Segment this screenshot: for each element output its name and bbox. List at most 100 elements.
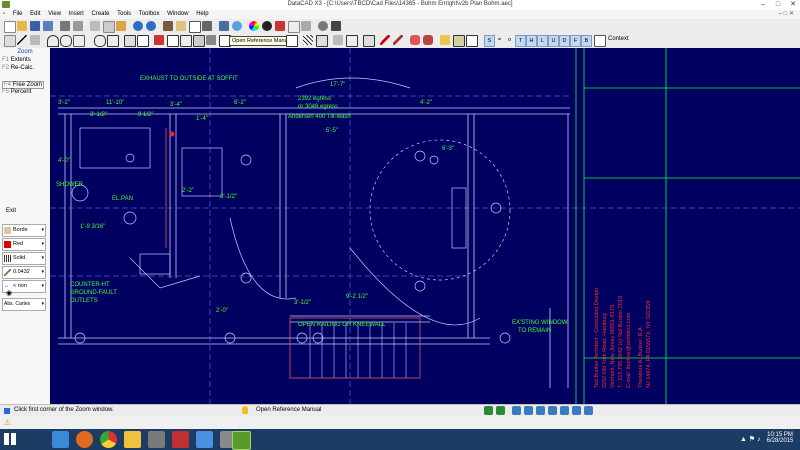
view-b-button[interactable]: B bbox=[581, 35, 592, 47]
paste-icon[interactable] bbox=[116, 21, 126, 31]
open-folder-icon[interactable] bbox=[17, 21, 27, 31]
move-icon[interactable] bbox=[167, 35, 179, 47]
pan-up-icon[interactable] bbox=[536, 406, 545, 415]
linetype-property[interactable]: Solid ▾ bbox=[2, 252, 46, 265]
zoom-window-icon[interactable] bbox=[572, 406, 581, 415]
circle-icon[interactable] bbox=[60, 35, 72, 47]
menu-edit[interactable]: Edit bbox=[27, 10, 43, 19]
chevron-down-icon[interactable]: ▾ bbox=[41, 283, 44, 289]
menu-file[interactable]: File bbox=[10, 10, 26, 19]
lamp-icon[interactable] bbox=[440, 35, 450, 45]
mirror-icon[interactable] bbox=[206, 35, 216, 45]
rectangle-icon[interactable] bbox=[107, 35, 119, 47]
text-icon[interactable] bbox=[288, 21, 300, 33]
print-preview-icon[interactable] bbox=[73, 21, 83, 31]
menu-view[interactable]: View bbox=[45, 10, 64, 19]
grid-icon[interactable] bbox=[189, 21, 201, 33]
outlook-icon[interactable] bbox=[172, 431, 189, 448]
internet-explorer-icon[interactable] bbox=[52, 431, 69, 448]
pen-tool-icon[interactable] bbox=[393, 35, 403, 45]
refresh-icon[interactable] bbox=[232, 21, 242, 31]
datacad-icon[interactable] bbox=[232, 431, 251, 450]
clock[interactable]: 10:15 PM 6/28/2015 bbox=[765, 432, 795, 444]
context-icon[interactable] bbox=[594, 35, 606, 47]
line-weight-property[interactable]: 0.0432 ▾ bbox=[2, 266, 46, 279]
brush-icon[interactable] bbox=[423, 35, 433, 45]
menu-app-icon[interactable]: ▪ bbox=[0, 10, 8, 19]
mdi-controls[interactable]: – □ ✕ bbox=[779, 10, 794, 17]
maximize-button[interactable]: □ bbox=[771, 0, 785, 9]
symbol-icon[interactable] bbox=[301, 21, 311, 31]
pointer-icon[interactable] bbox=[4, 35, 16, 47]
pen-red-icon[interactable] bbox=[380, 35, 390, 45]
view-f-button[interactable]: F bbox=[570, 35, 581, 47]
pencil-icon[interactable] bbox=[176, 21, 186, 31]
cut-icon[interactable] bbox=[90, 21, 100, 31]
color-property[interactable]: Red ▾ bbox=[2, 238, 46, 251]
photos-icon[interactable] bbox=[196, 431, 213, 448]
chevron-down-icon[interactable]: ▾ bbox=[41, 241, 44, 247]
line-icon[interactable] bbox=[17, 35, 27, 45]
roof-icon[interactable] bbox=[333, 35, 343, 45]
plot-icon[interactable] bbox=[331, 21, 341, 31]
chevron-down-icon[interactable]: ▾ bbox=[41, 255, 44, 261]
menu-item-percent[interactable]: F5 Percent bbox=[2, 89, 31, 95]
hatch-icon[interactable] bbox=[303, 35, 313, 45]
zoom-out-icon[interactable] bbox=[496, 406, 505, 415]
chevron-down-icon[interactable]: ▾ bbox=[41, 301, 44, 307]
pan-left-icon[interactable] bbox=[512, 406, 521, 415]
chevron-down-icon[interactable]: ▾ bbox=[41, 269, 44, 275]
windows-start-icon[interactable] bbox=[4, 433, 16, 445]
view-o-button[interactable]: o bbox=[505, 35, 514, 45]
color-wheel-icon[interactable] bbox=[249, 21, 259, 31]
status-hint[interactable]: Open Reference Manual bbox=[256, 407, 321, 413]
3d-view-icon[interactable] bbox=[219, 21, 229, 31]
undo-icon[interactable] bbox=[133, 21, 143, 31]
copy-entity-icon[interactable] bbox=[180, 35, 192, 47]
zoom-previous-icon[interactable] bbox=[584, 406, 593, 415]
save-icon[interactable] bbox=[30, 21, 40, 31]
menu-item-free-zoom[interactable]: F4 Free Zoom bbox=[2, 81, 45, 89]
menu-item-recalc[interactable]: F2 Re-Calc. bbox=[2, 65, 34, 71]
view-s-button[interactable]: S bbox=[484, 35, 495, 47]
stretch-icon[interactable] bbox=[193, 35, 205, 47]
zoom-in-icon[interactable] bbox=[484, 406, 493, 415]
context-label[interactable]: Context bbox=[608, 36, 629, 42]
fillet-icon[interactable] bbox=[363, 35, 375, 47]
chevron-down-icon[interactable]: ▾ bbox=[41, 227, 44, 233]
view-u-button[interactable]: U bbox=[548, 35, 559, 47]
view-d-button[interactable]: D bbox=[559, 35, 570, 47]
drawing-canvas[interactable]: Ted Bunker Architect - Consulting Design… bbox=[50, 48, 800, 404]
close-button[interactable]: ✕ bbox=[786, 0, 800, 9]
polygon-icon[interactable] bbox=[94, 35, 106, 47]
settings-icon[interactable] bbox=[318, 21, 328, 31]
file-explorer-icon[interactable] bbox=[124, 431, 141, 448]
menu-tools[interactable]: Tools bbox=[114, 10, 134, 19]
menu-window[interactable]: Window bbox=[164, 10, 191, 19]
coordinate-mode-property[interactable]: Abs. Cartes ▾ bbox=[2, 298, 46, 311]
window-icon[interactable] bbox=[137, 35, 149, 47]
door-icon[interactable] bbox=[124, 35, 136, 47]
chrome-icon[interactable] bbox=[100, 431, 117, 448]
exit-button[interactable]: Exit bbox=[6, 208, 16, 214]
menu-help[interactable]: Help bbox=[193, 10, 211, 19]
pan-down-icon[interactable] bbox=[548, 406, 557, 415]
eye-icon[interactable]: ◉ bbox=[6, 289, 12, 297]
fill-icon[interactable] bbox=[262, 21, 272, 31]
firefox-icon[interactable] bbox=[76, 431, 93, 448]
view-eq-button[interactable]: = bbox=[495, 35, 504, 45]
app-icon[interactable] bbox=[148, 431, 165, 448]
copy-icon[interactable] bbox=[103, 21, 115, 33]
erase-icon[interactable] bbox=[154, 35, 164, 45]
new-file-icon[interactable] bbox=[4, 21, 16, 33]
image-icon[interactable] bbox=[453, 35, 465, 47]
menu-create[interactable]: Create bbox=[88, 10, 112, 19]
magnet-icon[interactable] bbox=[275, 21, 285, 31]
wall-icon[interactable] bbox=[30, 35, 40, 45]
menu-toolbox[interactable]: Toolbox bbox=[136, 10, 163, 19]
eraser-icon[interactable] bbox=[410, 35, 420, 45]
edit-icon[interactable] bbox=[466, 35, 478, 47]
print-icon[interactable] bbox=[60, 21, 70, 31]
zoom-extents-icon[interactable] bbox=[560, 406, 569, 415]
menu-insert[interactable]: Insert bbox=[66, 10, 87, 19]
